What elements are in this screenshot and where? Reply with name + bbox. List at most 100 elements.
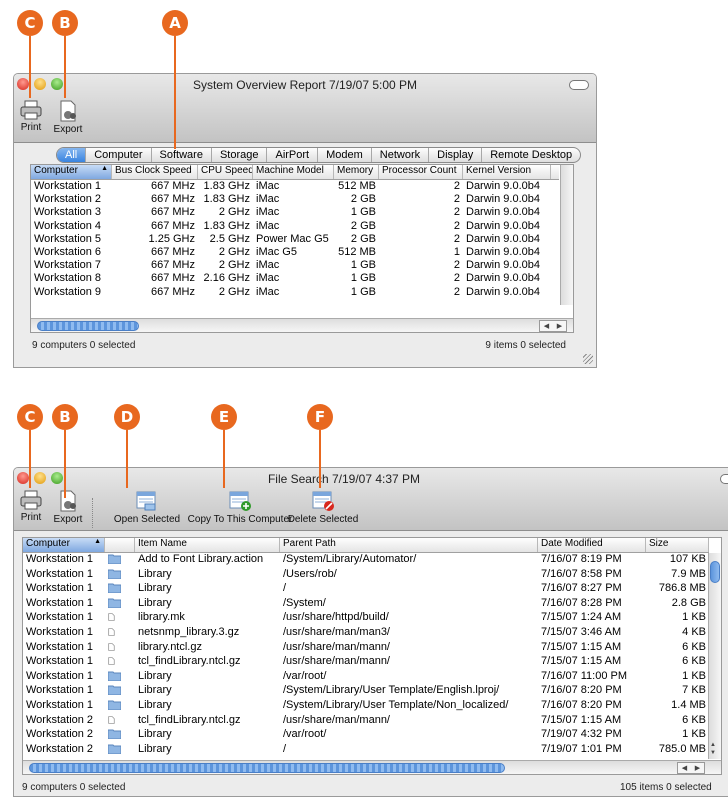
table-row[interactable]: Workstation 8 667 MHz 2.16 GHz iMac 1 GB 2 Dar… <box>31 272 551 284</box>
horizontal-scroll-thumb[interactable] <box>29 763 505 773</box>
table-row[interactable]: Workstation 1 tcl_findLibrary.ntcl.gz/usr… <box>23 655 709 667</box>
scroll-arrows[interactable]: ◀ ▶ <box>677 762 705 774</box>
col-date-modified[interactable]: Date Modified <box>538 538 646 552</box>
table-row[interactable]: Workstation 1 netsnmp_library.3.gz/usr/sh… <box>23 626 709 638</box>
copy-to-computer-label: Copy To This Computer <box>187 514 293 525</box>
table-cell: 7/15/07 1:15 AM <box>541 640 622 653</box>
table-cell: Add to Font Library.action <box>138 553 264 565</box>
resize-grip[interactable] <box>583 354 593 364</box>
table-header: Computer ▲ Bus Clock Speed CPU Speed Mach… <box>31 165 559 180</box>
table-row[interactable]: Workstation 2 667 MHz 1.83 GHz iMac 2 GB 2 Dar… <box>31 193 551 205</box>
tab-remote-desktop[interactable]: Remote Desktop <box>481 148 580 162</box>
tab-software[interactable]: Software <box>150 148 211 162</box>
callout-c-bottom-line <box>29 430 31 488</box>
table-row[interactable]: Workstation 4 667 MHz 1.83 GHz iMac 2 GB 2 Dar… <box>31 220 551 232</box>
tab-network[interactable]: Network <box>370 148 428 162</box>
toolbar-toggle-button[interactable] <box>569 80 589 90</box>
printer-icon <box>20 100 42 120</box>
table-row[interactable]: Workstation 2 Library/var/root/7/19/07 4:… <box>23 728 709 740</box>
tab-storage[interactable]: Storage <box>210 148 267 162</box>
col-parent-path[interactable]: Parent Path <box>280 538 538 552</box>
table-cell: 512 MB <box>338 246 376 258</box>
print-button[interactable]: Print <box>18 490 44 523</box>
table-row[interactable]: Workstation 2 tcl_findLibrary.ntcl.gz/usr… <box>23 714 709 726</box>
table-row[interactable]: Workstation 1 Library/System/Library/User… <box>23 699 709 711</box>
toolbar-toggle-button[interactable] <box>720 474 728 484</box>
table-cell: Workstation 1 <box>26 553 94 565</box>
callout-d-line <box>126 430 128 488</box>
status-right: 9 items 0 selected <box>485 340 566 351</box>
table-row[interactable]: Workstation 1 Library/Users/rob/7/16/07 8… <box>23 568 709 580</box>
horizontal-scrollbar[interactable]: ◀ ▶ <box>23 760 721 774</box>
print-button[interactable]: Print <box>18 100 44 133</box>
tab-display[interactable]: Display <box>428 148 481 162</box>
vertical-scrollbar[interactable] <box>560 165 573 305</box>
table-row[interactable]: Workstation 1 library.ntcl.gz/usr/share/m… <box>23 641 709 653</box>
system-overview-window: System Overview Report 7/19/07 5:00 PM P… <box>13 73 597 368</box>
open-selected-button[interactable]: Open Selected <box>100 490 194 525</box>
vertical-scrollbar[interactable]: ▲ ▼ <box>708 553 721 759</box>
table-cell: 667 MHz <box>150 259 195 272</box>
delete-selected-button[interactable]: Delete Selected <box>286 490 360 525</box>
table-cell: Workstation 1 <box>26 567 94 580</box>
folder-icon <box>105 597 135 609</box>
table-cell: Workstation 1 <box>26 596 94 609</box>
horizontal-scroll-thumb[interactable] <box>37 321 139 331</box>
copy-to-computer-button[interactable]: Copy To This Computer <box>182 490 298 525</box>
export-button[interactable]: Export <box>52 100 84 135</box>
table-cell: 2 GHz <box>218 246 250 258</box>
table-cell: /usr/share/httpd/build/ <box>283 611 389 624</box>
table-row[interactable]: Workstation 1 library.mk/usr/share/httpd/… <box>23 611 709 623</box>
col-computer[interactable]: Computer ▲ <box>23 538 105 552</box>
table-cell: 7 KB <box>682 684 706 697</box>
vertical-scroll-arrows[interactable]: ▲ ▼ <box>710 741 716 757</box>
category-tabs: All Computer Software Storage AirPort Mo… <box>56 147 582 163</box>
col-bus-clock[interactable]: Bus Clock Speed <box>112 165 198 179</box>
table-cell: /Users/rob/ <box>283 567 337 580</box>
table-cell: Workstation 1 <box>26 582 94 595</box>
vertical-scroll-thumb[interactable] <box>710 561 720 583</box>
table-cell: 7/16/07 8:27 PM <box>541 582 622 595</box>
table-row[interactable]: Workstation 1 Library/System/Library/User… <box>23 684 709 696</box>
table-cell: netsnmp_library.3.gz <box>138 626 240 638</box>
scroll-arrows[interactable]: ◀ ▶ <box>539 320 567 332</box>
table-cell: Workstation 4 <box>34 219 102 232</box>
col-cpu-speed[interactable]: CPU Speed <box>198 165 253 179</box>
col-processor-count[interactable]: Processor Count <box>379 165 463 179</box>
table-row[interactable]: Workstation 6 667 MHz 2 GHz iMac G5 512 MB 1 D… <box>31 246 551 258</box>
table-row[interactable]: Workstation 7 667 MHz 2 GHz iMac 1 GB 2 Darwin… <box>31 259 551 271</box>
export-button[interactable]: Export <box>52 490 84 525</box>
table-cell: 2 <box>453 259 460 272</box>
tab-modem[interactable]: Modem <box>317 148 371 162</box>
table-row[interactable]: Workstation 5 1.25 GHz 2.5 GHz Power Mac G5… <box>31 233 551 245</box>
col-memory[interactable]: Memory <box>334 165 379 179</box>
table-row[interactable]: Workstation 1 Library / 7/16/07 8:27 PM 786.… <box>23 582 709 594</box>
callout-b-bottom: B <box>52 404 78 430</box>
table-cell: Darwin 9.0.0b4 <box>466 193 540 206</box>
tab-all[interactable]: All <box>57 148 86 162</box>
tab-computer[interactable]: Computer <box>85 148 150 162</box>
table-cell: Library <box>138 669 172 682</box>
sort-ascending-icon: ▲ <box>94 538 101 545</box>
document-icon <box>105 641 135 653</box>
table-cell: iMac <box>256 259 280 272</box>
table-row[interactable]: Workstation 1 667 MHz 1.83 GHz iMac 512 MB 2 D… <box>31 180 551 192</box>
table-cell: 1.4 MB <box>671 699 706 711</box>
table-row[interactable]: Workstation 1 Library/System/7/16/07 8:28… <box>23 597 709 609</box>
table-row[interactable]: Workstation 3 667 MHz 2 GHz iMac 1 GB 2 Darwin… <box>31 206 551 218</box>
table-row[interactable]: Workstation 1 Library/var/root/7/16/07 11… <box>23 670 709 682</box>
col-kernel-version[interactable]: Kernel Version <box>463 165 551 179</box>
folder-icon <box>105 728 135 740</box>
table-cell: 2 GB <box>350 219 376 232</box>
table-row[interactable]: Workstation 2 Library / 7/19/07 1:01 PM 785.… <box>23 743 709 755</box>
table-row[interactable]: Workstation 1 Add to Font Library.action /… <box>23 553 709 565</box>
horizontal-scrollbar[interactable]: ◀ ▶ <box>31 318 573 332</box>
folder-icon <box>105 553 135 565</box>
table-row[interactable]: Workstation 9 667 MHz 2 GHz iMac 1 GB 2 Darwin… <box>31 286 551 298</box>
col-computer[interactable]: Computer ▲ <box>31 165 112 179</box>
col-machine-model[interactable]: Machine Model <box>253 165 334 179</box>
tab-airport[interactable]: AirPort <box>266 148 317 162</box>
col-size[interactable]: Size <box>646 538 709 552</box>
col-kind[interactable] <box>105 538 135 552</box>
col-item-name[interactable]: Item Name <box>135 538 280 552</box>
